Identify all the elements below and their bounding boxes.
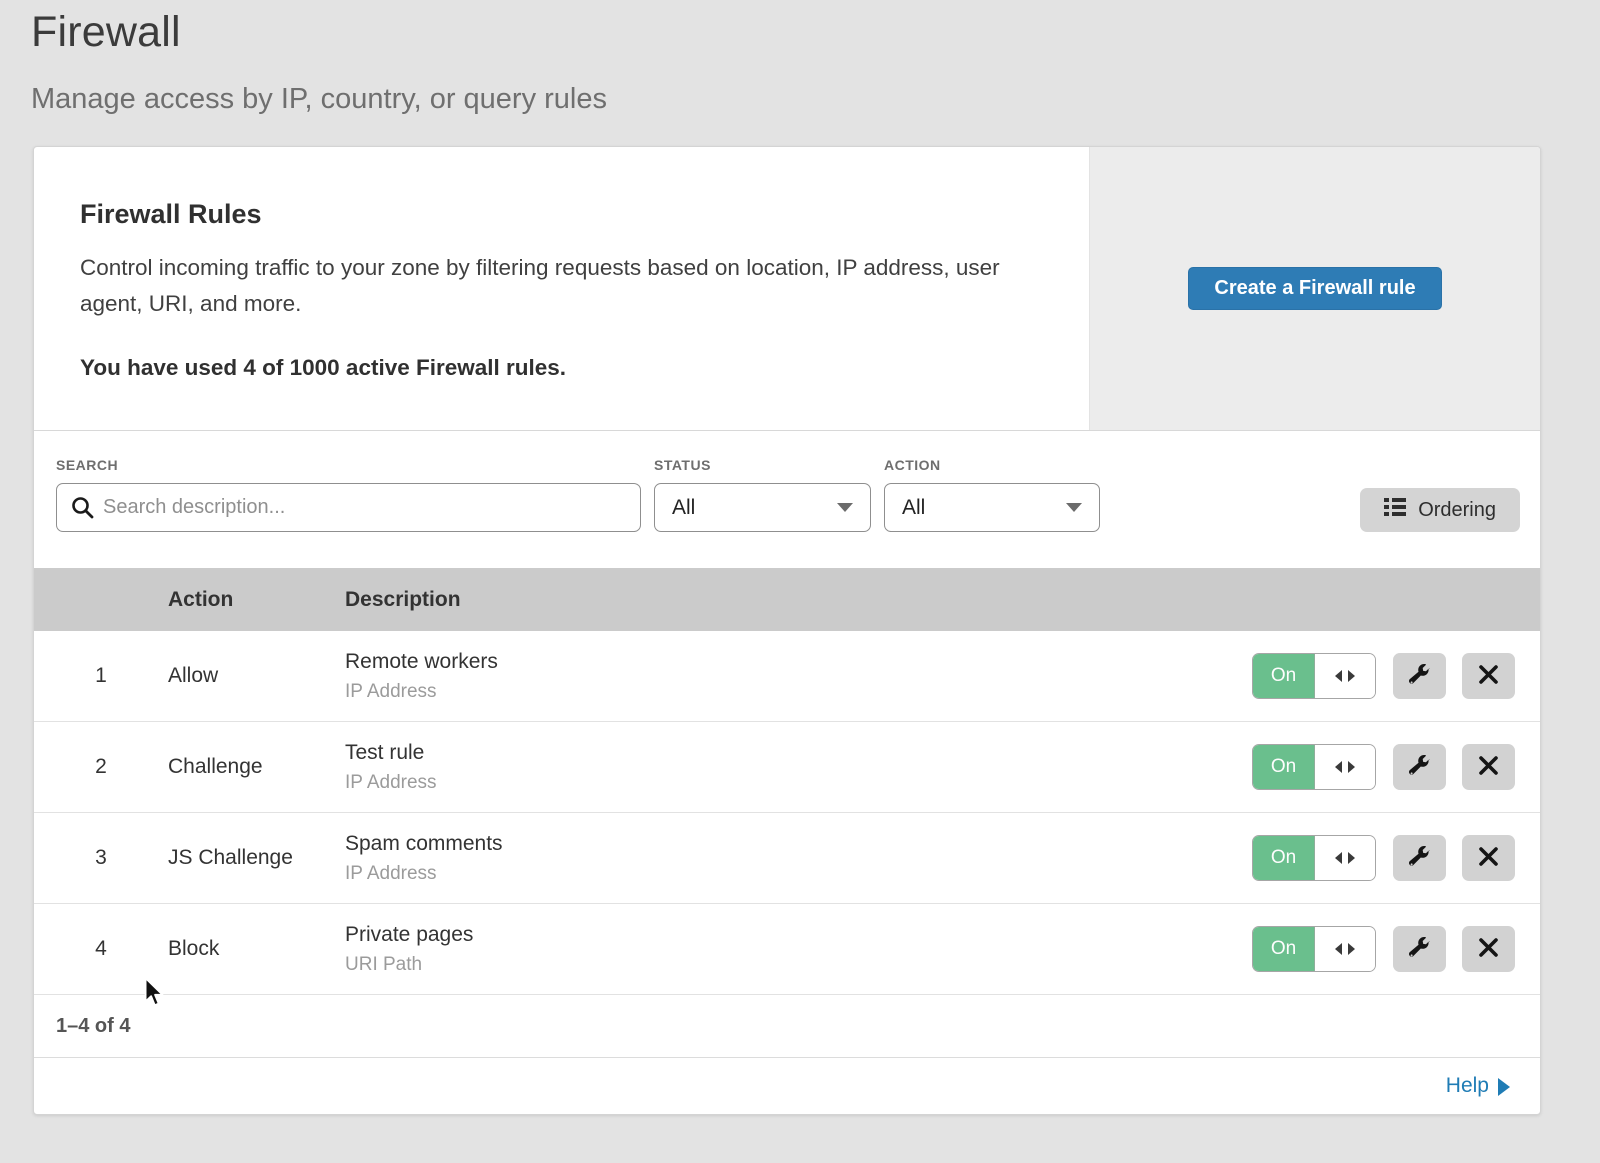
rule-description-title: Private pages xyxy=(345,923,1252,947)
left-right-arrows-icon xyxy=(1315,927,1375,971)
search-label: SEARCH xyxy=(56,457,641,473)
rule-description: Private pages URI Path xyxy=(345,923,1252,976)
search-field-wrap xyxy=(56,483,641,532)
status-filter-group: STATUS All xyxy=(654,457,871,532)
delete-rule-button[interactable] xyxy=(1462,653,1515,699)
ordered-list-icon xyxy=(1384,497,1406,523)
search-input[interactable] xyxy=(56,483,641,532)
table-header-row: Action Description xyxy=(34,568,1540,631)
rule-action: Challenge xyxy=(168,755,345,779)
status-selected-value: All xyxy=(672,496,695,520)
left-right-arrows-icon xyxy=(1315,745,1375,789)
usage-note: You have used 4 of 1000 active Firewall … xyxy=(80,355,1029,381)
table-row: 3 JS Challenge Spam comments IP Address … xyxy=(34,813,1540,904)
rule-match-type: IP Address xyxy=(345,863,1252,885)
create-firewall-rule-button[interactable]: Create a Firewall rule xyxy=(1188,267,1441,310)
rule-priority: 3 xyxy=(34,846,168,870)
toggle-on-label: On xyxy=(1253,654,1315,698)
help-link[interactable]: Help xyxy=(1446,1074,1510,1098)
action-select[interactable]: All xyxy=(884,483,1100,532)
status-label: STATUS xyxy=(654,457,871,473)
wrench-icon xyxy=(1409,755,1430,779)
toggle-on-label: On xyxy=(1253,836,1315,880)
page-header: Firewall Manage access by IP, country, o… xyxy=(0,0,1600,116)
rule-action: JS Challenge xyxy=(168,846,345,870)
overview-action-panel: Create a Firewall rule xyxy=(1089,147,1540,430)
delete-rule-button[interactable] xyxy=(1462,926,1515,972)
action-column-header: Action xyxy=(168,588,345,612)
rule-priority: 2 xyxy=(34,755,168,779)
chevron-down-icon xyxy=(837,503,853,512)
rule-enabled-toggle[interactable]: On xyxy=(1252,744,1376,790)
rule-action: Allow xyxy=(168,664,345,688)
help-link-label: Help xyxy=(1446,1074,1489,1098)
rule-enabled-toggle[interactable]: On xyxy=(1252,926,1376,972)
close-icon xyxy=(1479,847,1498,869)
rule-description-title: Test rule xyxy=(345,741,1252,765)
rule-description-title: Remote workers xyxy=(345,650,1252,674)
status-select[interactable]: All xyxy=(654,483,871,532)
delete-rule-button[interactable] xyxy=(1462,744,1515,790)
wrench-icon xyxy=(1409,846,1430,870)
search-icon xyxy=(71,496,94,524)
description-column-header: Description xyxy=(345,588,1252,612)
ordering-button[interactable]: Ordering xyxy=(1360,488,1520,532)
delete-rule-button[interactable] xyxy=(1462,835,1515,881)
rule-description: Remote workers IP Address xyxy=(345,650,1252,703)
edit-rule-button[interactable] xyxy=(1393,653,1446,699)
action-label: ACTION xyxy=(884,457,1100,473)
rule-controls: On xyxy=(1252,926,1540,972)
help-bar: Help xyxy=(34,1057,1540,1114)
rule-priority: 1 xyxy=(34,664,168,688)
edit-rule-button[interactable] xyxy=(1393,926,1446,972)
rule-controls: On xyxy=(1252,835,1540,881)
edit-rule-button[interactable] xyxy=(1393,835,1446,881)
rule-match-type: IP Address xyxy=(345,772,1252,794)
edit-rule-button[interactable] xyxy=(1393,744,1446,790)
wrench-icon xyxy=(1409,937,1430,961)
page-title: Firewall xyxy=(31,8,1600,57)
rule-description: Spam comments IP Address xyxy=(345,832,1252,885)
toggle-on-label: On xyxy=(1253,745,1315,789)
ordering-button-label: Ordering xyxy=(1418,499,1496,522)
overview-section: Firewall Rules Control incoming traffic … xyxy=(34,147,1540,430)
action-selected-value: All xyxy=(902,496,925,520)
rule-match-type: IP Address xyxy=(345,681,1252,703)
rule-controls: On xyxy=(1252,653,1540,699)
left-right-arrows-icon xyxy=(1315,654,1375,698)
table-row: 1 Allow Remote workers IP Address On xyxy=(34,631,1540,722)
rule-action: Block xyxy=(168,937,345,961)
action-filter-group: ACTION All xyxy=(884,457,1100,532)
page-subtitle: Manage access by IP, country, or query r… xyxy=(31,83,1600,116)
overview-description: Control incoming traffic to your zone by… xyxy=(80,250,1025,323)
firewall-rules-card: Firewall Rules Control incoming traffic … xyxy=(33,146,1541,1115)
rule-enabled-toggle[interactable]: On xyxy=(1252,835,1376,881)
close-icon xyxy=(1479,756,1498,778)
rule-controls: On xyxy=(1252,744,1540,790)
left-right-arrows-icon xyxy=(1315,836,1375,880)
rule-description: Test rule IP Address xyxy=(345,741,1252,794)
close-icon xyxy=(1479,938,1498,960)
arrow-right-icon xyxy=(1498,1078,1510,1096)
overview-heading: Firewall Rules xyxy=(80,199,1029,230)
pagination-bar: 1–4 of 4 xyxy=(34,995,1540,1057)
filter-bar: SEARCH STATUS All ACTION All xyxy=(34,430,1540,568)
close-icon xyxy=(1479,665,1498,687)
rule-priority: 4 xyxy=(34,937,168,961)
search-filter-group: SEARCH xyxy=(56,457,641,532)
table-row: 4 Block Private pages URI Path On xyxy=(34,904,1540,995)
chevron-down-icon xyxy=(1066,503,1082,512)
rule-enabled-toggle[interactable]: On xyxy=(1252,653,1376,699)
toggle-on-label: On xyxy=(1253,927,1315,971)
pagination-summary: 1–4 of 4 xyxy=(56,1015,130,1038)
rule-description-title: Spam comments xyxy=(345,832,1252,856)
rule-match-type: URI Path xyxy=(345,954,1252,976)
table-row: 2 Challenge Test rule IP Address On xyxy=(34,722,1540,813)
wrench-icon xyxy=(1409,664,1430,688)
overview-text: Firewall Rules Control incoming traffic … xyxy=(34,147,1089,430)
